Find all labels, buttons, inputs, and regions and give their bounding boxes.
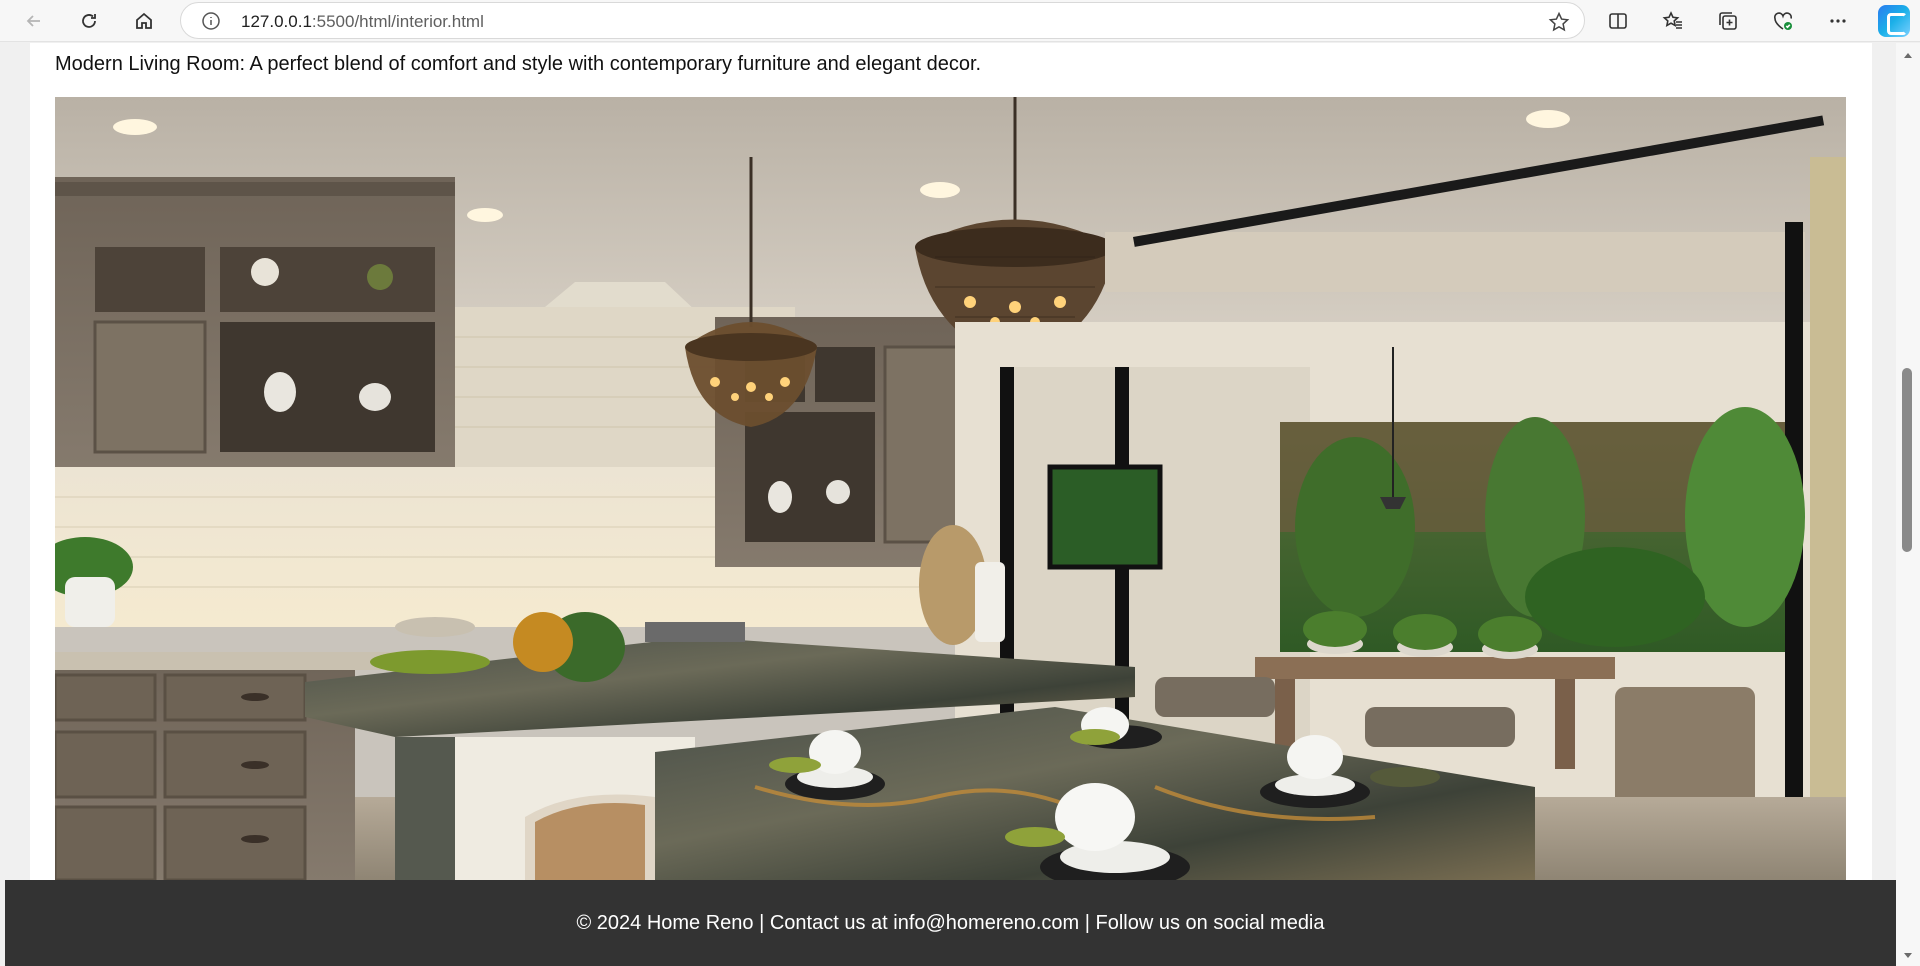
address-bar[interactable]: 127.0.0.1:5500/html/interior.html — [180, 2, 1585, 39]
url-host: 127.0.0.1 — [241, 12, 312, 31]
site-footer: © 2024 Home Reno | Contact us at info@ho… — [5, 880, 1896, 966]
star-icon[interactable] — [1548, 11, 1570, 33]
footer-text: © 2024 Home Reno | Contact us at info@ho… — [576, 911, 1325, 934]
back-icon[interactable] — [19, 6, 49, 36]
collections-icon[interactable] — [1713, 6, 1743, 36]
split-screen-icon[interactable] — [1603, 6, 1633, 36]
content-card: Modern Living Room: A perfect blend of c… — [30, 43, 1872, 943]
copilot-icon[interactable] — [1878, 5, 1910, 37]
scrollbar-thumb[interactable] — [1902, 368, 1912, 552]
page-viewport: Modern Living Room: A perfect blend of c… — [0, 43, 1896, 966]
scroll-down-icon[interactable] — [1902, 948, 1914, 960]
browser-essentials-icon[interactable] — [1768, 6, 1798, 36]
kitchen-photo — [55, 97, 1846, 880]
more-icon[interactable] — [1823, 6, 1853, 36]
image-caption: Modern Living Room: A perfect blend of c… — [55, 53, 982, 75]
scroll-up-icon[interactable] — [1902, 49, 1914, 61]
url-path: :5500/html/interior.html — [311, 12, 484, 31]
refresh-icon[interactable] — [74, 6, 104, 36]
url-text[interactable]: 127.0.0.1:5500/html/interior.html — [241, 12, 484, 32]
browser-toolbar: 127.0.0.1:5500/html/interior.html — [0, 0, 1920, 42]
home-icon[interactable] — [129, 6, 159, 36]
favorites-icon[interactable] — [1658, 6, 1688, 36]
vertical-scrollbar[interactable] — [1896, 43, 1920, 966]
info-icon[interactable] — [201, 11, 221, 31]
